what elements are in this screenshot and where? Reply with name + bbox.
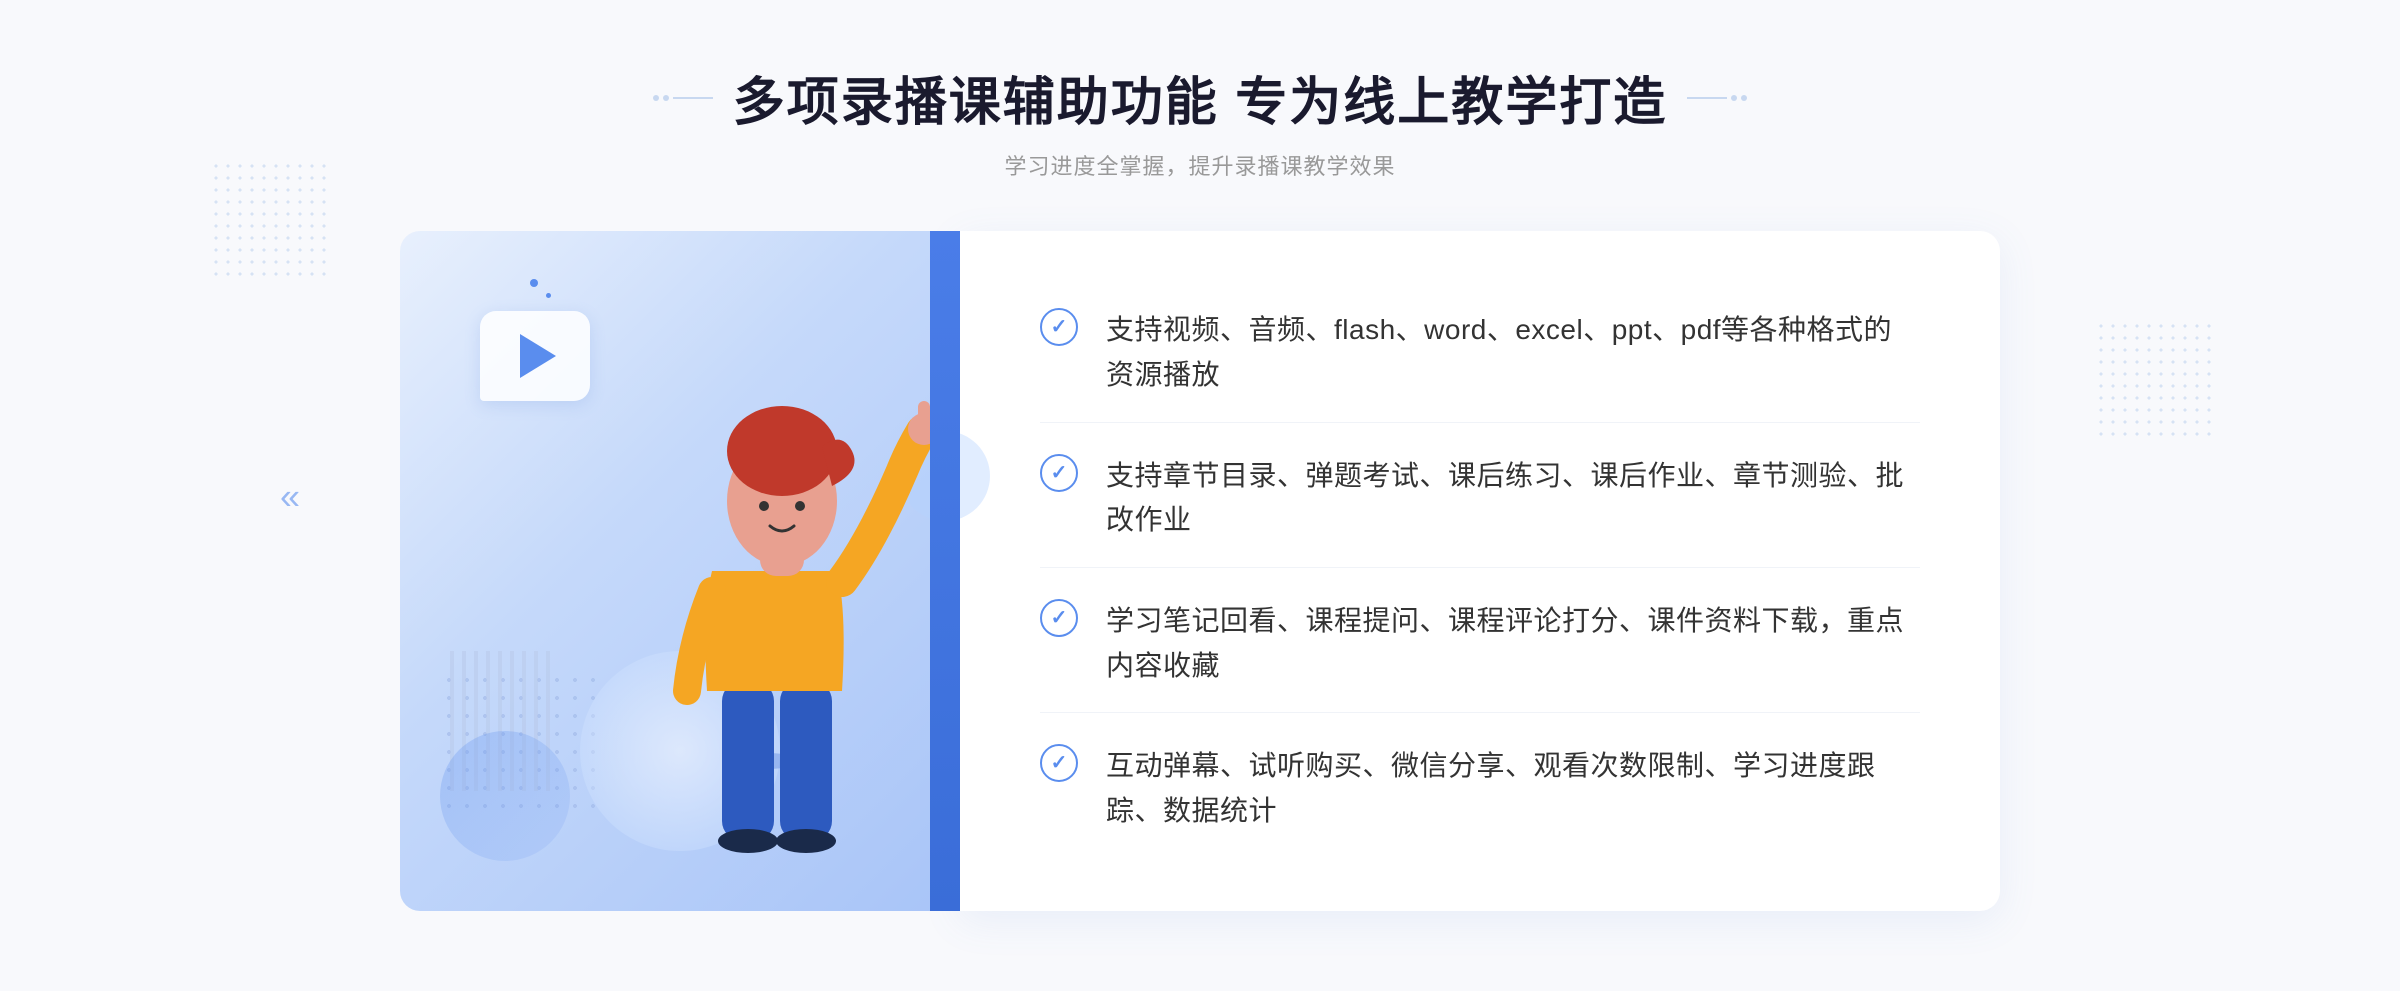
check-circle-3: ✓ [1040, 599, 1078, 637]
chevron-left-icon: « [280, 474, 300, 517]
feature-text-1: 支持视频、音频、flash、word、excel、ppt、pdf等各种格式的资源… [1106, 308, 1920, 398]
check-icon-2: ✓ [1051, 463, 1068, 483]
feature-text-2: 支持章节目录、弹题考试、课后练习、课后作业、章节测验、批改作业 [1106, 454, 1920, 544]
left-chevrons-deco: « [280, 474, 300, 517]
dot-pattern-left [210, 160, 330, 280]
play-bubble [480, 311, 590, 401]
header-section: 多项录播课辅助功能 专为线上教学打造 学习进度全掌握，提升录播课教学效果 [653, 60, 1747, 181]
deco-line-left [673, 97, 713, 99]
content-section: ✓ 支持视频、音频、flash、word、excel、ppt、pdf等各种格式的… [400, 231, 2000, 911]
deco-dot-4 [1741, 95, 1747, 101]
sub-title: 学习进度全掌握，提升录播课教学效果 [653, 149, 1747, 181]
check-icon-3: ✓ [1051, 608, 1068, 628]
deco-dot-1 [653, 95, 659, 101]
blue-side-bar [930, 231, 960, 911]
check-circle-2: ✓ [1040, 454, 1078, 492]
main-title: 多项录播课辅助功能 专为线上教学打造 [733, 60, 1667, 135]
header-decorators: 多项录播课辅助功能 专为线上教学打造 [653, 60, 1747, 135]
check-icon-1: ✓ [1051, 317, 1068, 337]
sparkle-deco [530, 279, 551, 298]
page-container: « 多项录播课辅助功能 专为线上教学打造 学习进度全掌握，提升录播课教学效果 [0, 0, 2400, 991]
feature-text-3: 学习笔记回看、课程提问、课程评论打分、课件资料下载，重点内容收藏 [1106, 599, 1920, 689]
illustration-area [400, 231, 960, 911]
human-figure-illustration [612, 331, 952, 911]
dot-pattern-right [2095, 320, 2215, 440]
check-circle-1: ✓ [1040, 308, 1078, 346]
features-panel: ✓ 支持视频、音频、flash、word、excel、ppt、pdf等各种格式的… [960, 231, 2000, 911]
feature-text-4: 互动弹幕、试听购买、微信分享、观看次数限制、学习进度跟踪、数据统计 [1106, 744, 1920, 834]
left-decorator [653, 95, 713, 101]
feature-item-2: ✓ 支持章节目录、弹题考试、课后练习、课后作业、章节测验、批改作业 [1040, 430, 1920, 569]
sparkle-dot-1 [530, 279, 538, 287]
deco-dot-3 [1731, 95, 1737, 101]
check-circle-4: ✓ [1040, 744, 1078, 782]
feature-item-4: ✓ 互动弹幕、试听购买、微信分享、观看次数限制、学习进度跟踪、数据统计 [1040, 720, 1920, 858]
check-icon-4: ✓ [1051, 753, 1068, 773]
sparkle-dot-2 [546, 293, 551, 298]
feature-item-1: ✓ 支持视频、音频、flash、word、excel、ppt、pdf等各种格式的… [1040, 284, 1920, 423]
deco-line-right [1687, 97, 1727, 99]
blue-circle-deco [440, 731, 570, 861]
play-icon [520, 334, 556, 378]
feature-item-3: ✓ 学习笔记回看、课程提问、课程评论打分、课件资料下载，重点内容收藏 [1040, 575, 1920, 714]
right-decorator [1687, 95, 1747, 101]
deco-dot-2 [663, 95, 669, 101]
